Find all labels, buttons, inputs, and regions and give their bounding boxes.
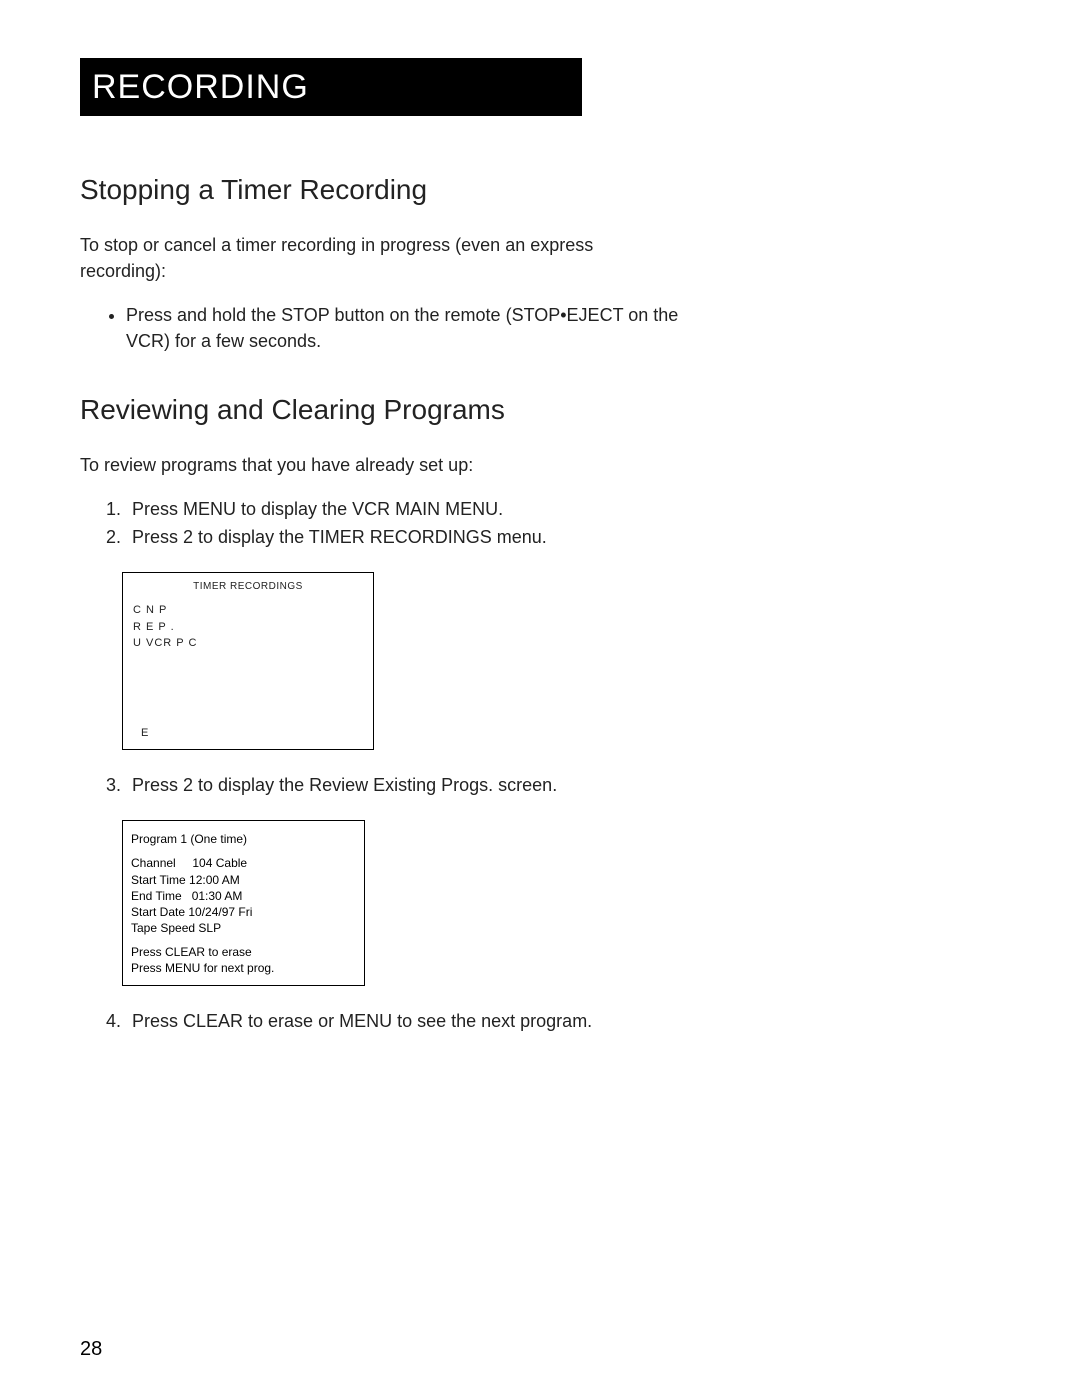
page-number: 28 [80, 1338, 102, 1361]
reviewing-step-4: Press CLEAR to erase or MENU to see the … [80, 1008, 716, 1036]
program-review-screen: Program 1 (One time) Channel 104 Cable S… [122, 820, 365, 986]
chapter-title: RECORDING [92, 68, 309, 107]
reviewing-step-3: Press 2 to display the Review Existing P… [80, 772, 716, 800]
step-3: Press 2 to display the Review Existing P… [126, 772, 716, 800]
step-4: Press CLEAR to erase or MENU to see the … [126, 1008, 716, 1036]
step-2: Press 2 to display the TIMER RECORDINGS … [126, 524, 716, 552]
stopping-bullet-1: Press and hold the STOP button on the re… [126, 302, 716, 354]
prog-start-date: Start Date 10/24/97 Fri [131, 904, 356, 920]
prog-channel: Channel 104 Cable [131, 855, 356, 871]
prog-title: Program 1 (One time) [131, 831, 356, 847]
section-stopping-title: Stopping a Timer Recording [80, 174, 1000, 206]
prog-start-time: Start Time 12:00 AM [131, 872, 356, 888]
prog-clear: Press CLEAR to erase [131, 944, 356, 960]
prog-tape-speed: Tape Speed SLP [131, 920, 356, 936]
timer-screen-title: TIMER RECORDINGS [133, 581, 363, 592]
timer-line-1: C N P [133, 602, 363, 619]
step-1: Press MENU to display the VCR MAIN MENU. [126, 496, 716, 524]
prog-end-time: End Time 01:30 AM [131, 888, 356, 904]
timer-line-e: E [141, 727, 148, 739]
stopping-bullets: Press and hold the STOP button on the re… [80, 302, 716, 354]
timer-line-3: U VCR P C [133, 635, 363, 652]
timer-line-2: R E P . [133, 619, 363, 636]
prog-menu: Press MENU for next prog. [131, 960, 356, 976]
timer-recordings-screen: TIMER RECORDINGS C N P R E P . U VCR P C… [122, 572, 374, 750]
chapter-header: RECORDING [80, 58, 582, 116]
section-reviewing-title: Reviewing and Clearing Programs [80, 394, 1000, 426]
stopping-intro: To stop or cancel a timer recording in p… [80, 232, 670, 284]
reviewing-intro: To review programs that you have already… [80, 452, 670, 478]
reviewing-steps-1-2: Press MENU to display the VCR MAIN MENU.… [80, 496, 716, 552]
